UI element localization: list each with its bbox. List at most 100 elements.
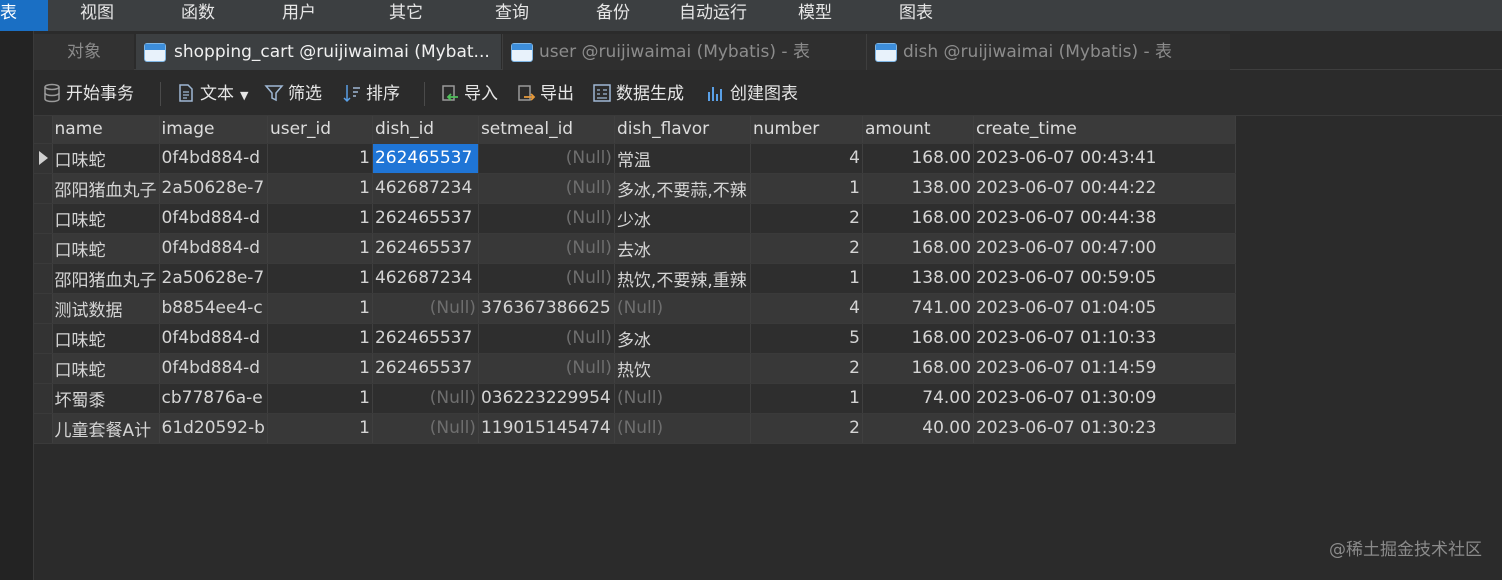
table-cell[interactable]: 1 bbox=[750, 263, 863, 294]
sort-button[interactable]: 排序 bbox=[342, 80, 400, 108]
table-cell[interactable]: 1 bbox=[750, 173, 863, 204]
table-cell[interactable]: 2023-06-07 00:44:38 bbox=[973, 203, 1236, 234]
column-header[interactable]: image bbox=[159, 116, 268, 144]
table-cell[interactable]: 1 bbox=[267, 353, 373, 384]
table-cell[interactable]: 2a50628e-7 bbox=[159, 263, 268, 294]
row-selector[interactable] bbox=[34, 143, 53, 174]
table-cell[interactable]: (Null) bbox=[614, 293, 751, 324]
table-cell[interactable]: 376367386625 bbox=[478, 293, 615, 324]
table-row[interactable]: 口味蛇 0f4bd884-d 1 262465537 (Null) 去冰 2 1… bbox=[34, 233, 1236, 264]
table-cell[interactable]: 036223229954 bbox=[478, 383, 615, 414]
row-selector[interactable] bbox=[34, 353, 53, 384]
table-cell[interactable]: 138.00 bbox=[862, 263, 974, 294]
create-chart-button[interactable]: 创建图表 bbox=[706, 80, 798, 108]
table-cell[interactable]: 少冰 bbox=[614, 203, 751, 234]
table-cell[interactable]: 邵阳猪血丸子 bbox=[52, 173, 160, 204]
table-cell[interactable]: 168.00 bbox=[862, 353, 974, 384]
export-button[interactable]: 导出 bbox=[516, 80, 574, 108]
table-cell[interactable]: 2 bbox=[750, 353, 863, 384]
table-cell[interactable]: (Null) bbox=[614, 383, 751, 414]
table-cell[interactable]: 262465537 bbox=[372, 353, 479, 384]
table-cell[interactable]: (Null) bbox=[478, 203, 615, 234]
table-cell[interactable]: 多冰,不要蒜,不辣 bbox=[614, 173, 751, 204]
table-cell[interactable]: 4 bbox=[750, 143, 863, 174]
table-row[interactable]: 口味蛇 0f4bd884-d 1 262465537 (Null) 热饮 2 1… bbox=[34, 353, 1236, 384]
menu-item-backup[interactable]: 备份 bbox=[596, 0, 630, 31]
table-cell[interactable]: 2023-06-07 00:44:22 bbox=[973, 173, 1236, 204]
table-cell[interactable]: 测试数据 bbox=[52, 293, 160, 324]
row-selector[interactable] bbox=[34, 383, 53, 414]
table-cell[interactable]: 168.00 bbox=[862, 323, 974, 354]
table-cell[interactable]: 119015145474 bbox=[478, 413, 615, 444]
table-cell[interactable]: 口味蛇 bbox=[52, 353, 160, 384]
table-cell[interactable]: 262465537 bbox=[372, 323, 479, 354]
table-cell[interactable]: 1 bbox=[267, 143, 373, 174]
menu-item-other[interactable]: 其它 bbox=[389, 0, 423, 31]
table-cell[interactable]: 168.00 bbox=[862, 143, 974, 174]
table-cell[interactable]: 4 bbox=[750, 293, 863, 324]
table-cell[interactable]: 2023-06-07 01:30:23 bbox=[973, 413, 1236, 444]
tab-objects[interactable]: 对象 bbox=[34, 34, 134, 70]
table-cell[interactable]: 0f4bd884-d bbox=[159, 233, 268, 264]
column-header[interactable]: dish_flavor bbox=[614, 116, 751, 144]
table-cell[interactable]: 0f4bd884-d bbox=[159, 353, 268, 384]
table-cell[interactable]: 168.00 bbox=[862, 233, 974, 264]
table-cell[interactable]: 口味蛇 bbox=[52, 143, 160, 174]
table-cell[interactable]: 口味蛇 bbox=[52, 203, 160, 234]
table-cell[interactable]: 1 bbox=[267, 173, 373, 204]
column-header[interactable]: number bbox=[750, 116, 863, 144]
table-cell[interactable]: 0f4bd884-d bbox=[159, 143, 268, 174]
table-cell[interactable]: (Null) bbox=[478, 143, 615, 174]
tab-shopping-cart[interactable]: shopping_cart @ruijiwaimai (Mybat... bbox=[136, 34, 501, 70]
column-header[interactable]: dish_id bbox=[372, 116, 479, 144]
filter-button[interactable]: 筛选 bbox=[264, 80, 322, 108]
table-cell[interactable]: 邵阳猪血丸子 bbox=[52, 263, 160, 294]
table-cell[interactable]: 138.00 bbox=[862, 173, 974, 204]
table-cell[interactable]: 462687234 bbox=[372, 173, 479, 204]
table-cell[interactable]: 多冰 bbox=[614, 323, 751, 354]
table-cell[interactable]: (Null) bbox=[372, 383, 479, 414]
table-cell[interactable]: 2023-06-07 00:47:00 bbox=[973, 233, 1236, 264]
column-header[interactable]: name bbox=[52, 116, 160, 144]
table-cell[interactable]: 0f4bd884-d bbox=[159, 323, 268, 354]
table-cell[interactable]: (Null) bbox=[478, 233, 615, 264]
table-cell[interactable]: (Null) bbox=[614, 413, 751, 444]
text-button[interactable]: 文本 ▼ bbox=[176, 80, 248, 108]
menu-item-chart[interactable]: 图表 bbox=[899, 0, 933, 31]
table-cell[interactable]: 40.00 bbox=[862, 413, 974, 444]
row-selector[interactable] bbox=[34, 263, 53, 294]
tab-user[interactable]: user @ruijiwaimai (Mybatis) - 表 bbox=[502, 34, 866, 70]
table-cell[interactable]: 热饮,不要辣,重辣 bbox=[614, 263, 751, 294]
table-cell[interactable]: 2 bbox=[750, 233, 863, 264]
data-generation-button[interactable]: 数据生成 bbox=[592, 80, 684, 108]
menu-item-user[interactable]: 用户 bbox=[282, 0, 316, 31]
table-cell[interactable]: 2023-06-07 00:59:05 bbox=[973, 263, 1236, 294]
table-row[interactable]: 邵阳猪血丸子 2a50628e-7 1 462687234 (Null) 多冰,… bbox=[34, 173, 1236, 204]
table-cell[interactable]: 2023-06-07 01:10:33 bbox=[973, 323, 1236, 354]
table-cell[interactable]: 2023-06-07 01:30:09 bbox=[973, 383, 1236, 414]
menu-item-view[interactable]: 视图 bbox=[80, 0, 114, 31]
table-cell[interactable]: (Null) bbox=[478, 323, 615, 354]
table-row[interactable]: 口味蛇 0f4bd884-d 1 262465537 (Null) 常温 4 1… bbox=[34, 143, 1236, 174]
table-cell-selected[interactable]: 262465537 bbox=[372, 143, 479, 174]
row-selector[interactable] bbox=[34, 203, 53, 234]
table-row[interactable]: 口味蛇 0f4bd884-d 1 262465537 (Null) 多冰 5 1… bbox=[34, 323, 1236, 354]
menu-item-table[interactable]: 表 bbox=[0, 0, 48, 31]
row-selector[interactable] bbox=[34, 323, 53, 354]
table-cell[interactable]: 0f4bd884-d bbox=[159, 203, 268, 234]
column-header[interactable]: amount bbox=[862, 116, 974, 144]
table-cell[interactable]: (Null) bbox=[372, 293, 479, 324]
row-selector[interactable] bbox=[34, 173, 53, 204]
table-cell[interactable]: 741.00 bbox=[862, 293, 974, 324]
table-row[interactable]: 邵阳猪血丸子 2a50628e-7 1 462687234 (Null) 热饮,… bbox=[34, 263, 1236, 294]
table-cell[interactable]: 2 bbox=[750, 203, 863, 234]
table-cell[interactable]: 1 bbox=[267, 383, 373, 414]
table-cell[interactable]: 1 bbox=[267, 413, 373, 444]
import-button[interactable]: 导入 bbox=[440, 80, 498, 108]
row-selector[interactable] bbox=[34, 413, 53, 444]
column-header[interactable]: create_time bbox=[973, 116, 1236, 144]
table-cell[interactable]: 1 bbox=[267, 263, 373, 294]
table-cell[interactable]: 口味蛇 bbox=[52, 233, 160, 264]
table-cell[interactable]: (Null) bbox=[478, 353, 615, 384]
table-cell[interactable]: 2023-06-07 01:04:05 bbox=[973, 293, 1236, 324]
